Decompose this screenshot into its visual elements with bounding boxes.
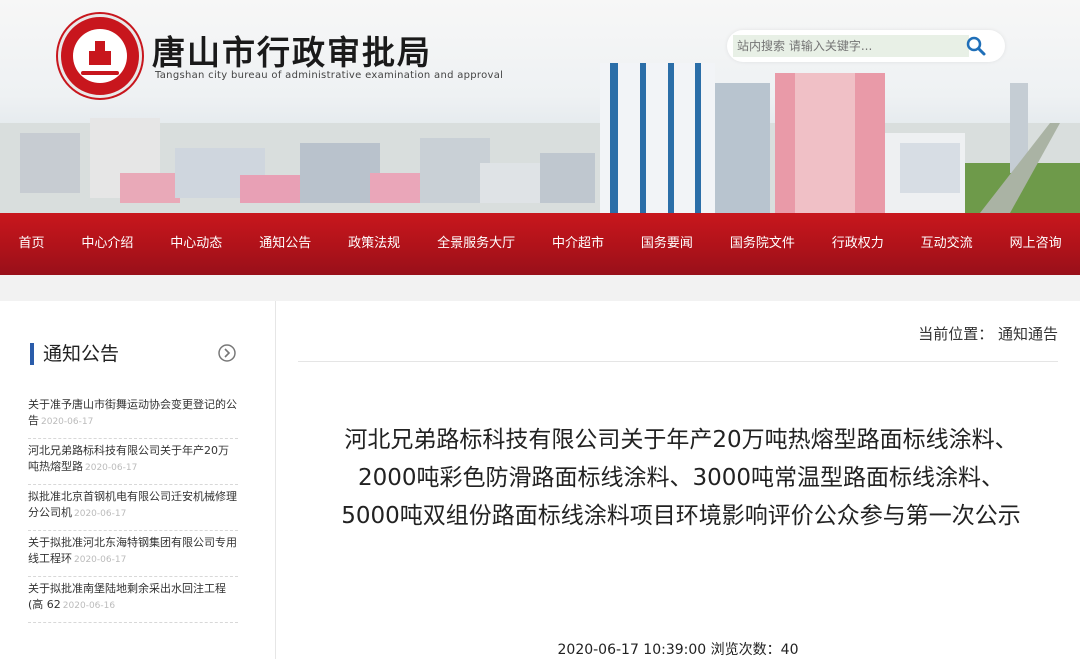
views-label: 浏览次数：	[710, 642, 781, 658]
list-item-date: 2020-06-16	[62, 601, 116, 611]
list-item-text[interactable]: 拟批准北京首钢机电有限公司迁安机械修理分公司机	[28, 490, 237, 519]
article-meta: 2020-06-17 10:39:00 浏览次数：40	[276, 639, 1080, 659]
search-input[interactable]	[733, 35, 969, 57]
breadcrumb-divider	[298, 361, 1058, 362]
sidebar-accent-bar	[30, 343, 34, 365]
sidebar-list: 关于准予唐山市街舞运动协会变更登记的公告 2020-06-17 河北兄弟路标科技有…	[28, 393, 238, 623]
nav-item-home[interactable]: 首页	[0, 213, 63, 275]
main-content: 当前位置： 通知通告 河北兄弟路标科技有限公司关于年产20万吨热熔型路面标线涂料…	[276, 301, 1080, 659]
list-item-text[interactable]: 关于拟批准南堡陆地剩余采出水回注工程(高 62	[28, 582, 226, 611]
breadcrumb: 当前位置： 通知通告	[918, 323, 1058, 344]
nav-item-admin-power[interactable]: 行政权力	[813, 213, 902, 275]
nav-item-online-consult[interactable]: 网上咨询	[991, 213, 1080, 275]
chevron-right-icon[interactable]	[218, 344, 236, 362]
list-item-date: 2020-06-17	[74, 555, 127, 565]
nav-item-state-docs[interactable]: 国务院文件	[711, 213, 813, 275]
views-count: 40	[780, 642, 799, 658]
list-item-date: 2020-06-17	[41, 417, 94, 427]
nav-item-service-hall[interactable]: 全景服务大厅	[419, 213, 534, 275]
search-box	[727, 30, 1005, 62]
list-item[interactable]: 关于准予唐山市街舞运动协会变更登记的公告 2020-06-17	[28, 393, 238, 439]
list-item-date: 2020-06-17	[85, 463, 138, 473]
sidebar-title: 通知公告	[43, 343, 120, 365]
site-subtitle: Tangshan city bureau of administrative e…	[155, 70, 504, 81]
nav-item-notices[interactable]: 通知公告	[241, 213, 330, 275]
nav-item-agency-market[interactable]: 中介超市	[534, 213, 623, 275]
nav-item-policies[interactable]: 政策法规	[330, 213, 419, 275]
nav-item-state-news[interactable]: 国务要闻	[622, 213, 711, 275]
main-nav: 首页 中心介绍 中心动态 通知公告 政策法规 全景服务大厅 中介超市 国务要闻 …	[0, 213, 1080, 275]
list-item[interactable]: 河北兄弟路标科技有限公司关于年产20万吨热熔型路 2020-06-17	[28, 439, 238, 485]
breadcrumb-label: 当前位置：	[918, 325, 994, 343]
nav-item-center-intro[interactable]: 中心介绍	[63, 213, 152, 275]
city-skyline-image	[0, 63, 1080, 213]
site-title: 唐山市行政审批局	[152, 33, 432, 72]
list-item[interactable]: 关于拟批准南堡陆地剩余采出水回注工程(高 62 2020-06-16	[28, 577, 238, 623]
nav-item-interaction[interactable]: 互动交流	[902, 213, 991, 275]
list-item-text[interactable]: 关于拟批准河北东海特钢集团有限公司专用线工程环	[28, 536, 237, 565]
article-title: 河北兄弟路标科技有限公司关于年产20万吨热熔型路面标线涂料、2000吨彩色防滑路…	[341, 427, 1021, 529]
header-banner: 唐山市行政审批局 Tangshan city bureau of adminis…	[0, 0, 1080, 213]
sidebar: 通知公告 关于准予唐山市街舞运动协会变更登记的公告 2020-06-17 河北兄弟…	[0, 301, 276, 659]
list-item[interactable]: 拟批准北京首钢机电有限公司迁安机械修理分公司机 2020-06-17	[28, 485, 238, 531]
bureau-logo[interactable]	[58, 14, 142, 98]
search-icon[interactable]	[965, 35, 987, 57]
divider-strip	[0, 275, 1080, 301]
list-item[interactable]: 关于拟批准河北东海特钢集团有限公司专用线工程环 2020-06-17	[28, 531, 238, 577]
publish-datetime: 2020-06-17 10:39:00	[557, 642, 707, 658]
sidebar-header: 通知公告	[30, 341, 238, 367]
breadcrumb-current[interactable]: 通知通告	[998, 325, 1058, 343]
list-item-date: 2020-06-17	[74, 509, 127, 519]
nav-item-center-news[interactable]: 中心动态	[152, 213, 241, 275]
